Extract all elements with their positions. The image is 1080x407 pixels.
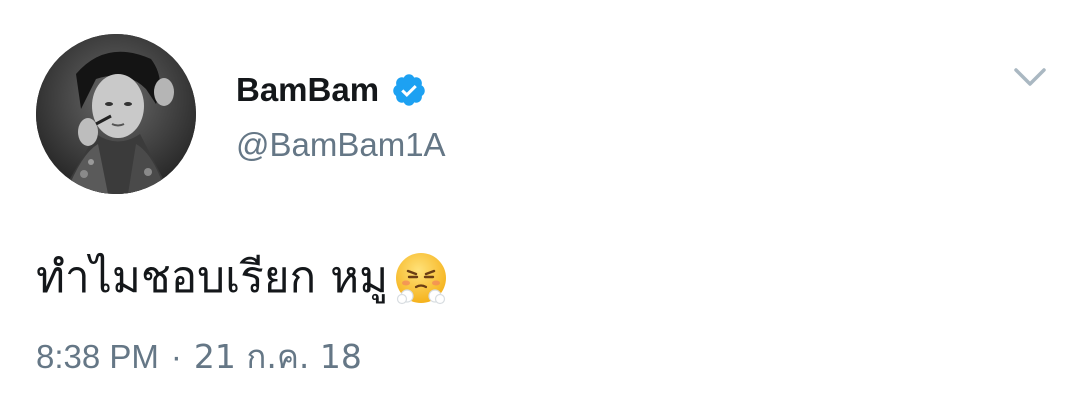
- tweet-text: ทำไมชอบเรียก หมู: [36, 240, 450, 316]
- avatar-photo: [36, 34, 196, 194]
- tweet-timestamp[interactable]: 8:38 PM · 21 ก.ค. 18: [36, 336, 362, 378]
- author-name-row: BamBam: [236, 70, 427, 110]
- timestamp-separator: ·: [170, 338, 182, 375]
- verified-badge-icon: [391, 72, 427, 108]
- author-handle[interactable]: @BamBam1A: [236, 124, 446, 166]
- avatar[interactable]: [36, 34, 196, 194]
- tweet-time: 8:38 PM: [36, 338, 159, 375]
- chevron-down-icon[interactable]: [1010, 62, 1050, 94]
- face-with-steam-from-nose-icon: [392, 249, 450, 307]
- author-display-name[interactable]: BamBam: [236, 70, 379, 110]
- tweet-date: 21 ก.ค. 18: [193, 337, 362, 376]
- tweet-card: BamBam @BamBam1A ทำไมชอบเรียก หมู 8:38 P…: [0, 0, 1080, 407]
- tweet-text-body: ทำไมชอบเรียก หมู: [36, 252, 389, 303]
